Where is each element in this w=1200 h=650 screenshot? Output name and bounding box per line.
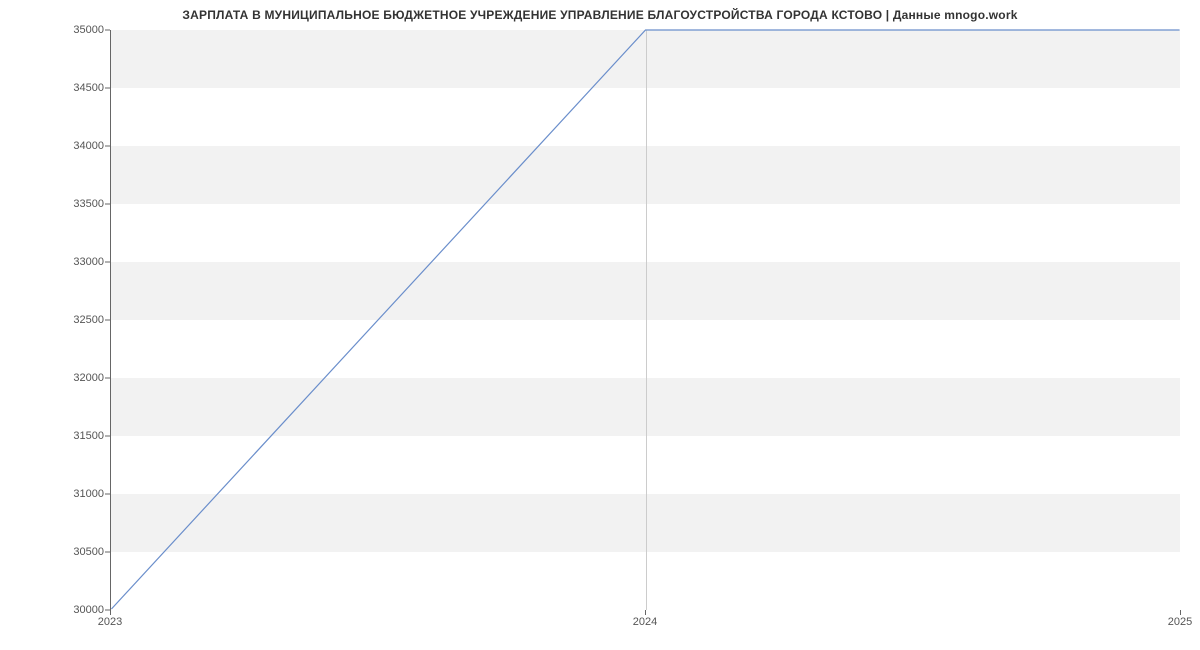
y-tick-label: 30000 (14, 604, 104, 616)
x-tick-mark (1180, 610, 1181, 615)
y-tick-mark (105, 494, 110, 495)
chart-container: ЗАРПЛАТА В МУНИЦИПАЛЬНОЕ БЮДЖЕТНОЕ УЧРЕЖ… (0, 0, 1200, 650)
y-tick-mark (105, 204, 110, 205)
line-layer (111, 30, 1180, 609)
y-tick-label: 33500 (14, 198, 104, 210)
series-line (111, 30, 1179, 609)
plot-area (110, 30, 1180, 610)
y-tick-mark (105, 378, 110, 379)
x-tick-label: 2025 (1168, 616, 1192, 628)
y-tick-mark (105, 262, 110, 263)
x-tick-mark (645, 610, 646, 615)
chart-title: ЗАРПЛАТА В МУНИЦИПАЛЬНОЕ БЮДЖЕТНОЕ УЧРЕЖ… (0, 8, 1200, 22)
x-tick-label: 2023 (98, 616, 122, 628)
x-tick-mark (110, 610, 111, 615)
y-tick-label: 34000 (14, 140, 104, 152)
y-tick-mark (105, 88, 110, 89)
y-tick-label: 32000 (14, 372, 104, 384)
y-tick-mark (105, 320, 110, 321)
x-tick-label: 2024 (633, 616, 657, 628)
y-tick-label: 31500 (14, 430, 104, 442)
y-tick-label: 31000 (14, 488, 104, 500)
y-tick-mark (105, 30, 110, 31)
y-tick-label: 34500 (14, 82, 104, 94)
y-tick-mark (105, 552, 110, 553)
y-tick-label: 32500 (14, 314, 104, 326)
y-tick-label: 33000 (14, 256, 104, 268)
y-tick-mark (105, 146, 110, 147)
y-tick-label: 35000 (14, 24, 104, 36)
y-tick-mark (105, 436, 110, 437)
y-tick-label: 30500 (14, 546, 104, 558)
